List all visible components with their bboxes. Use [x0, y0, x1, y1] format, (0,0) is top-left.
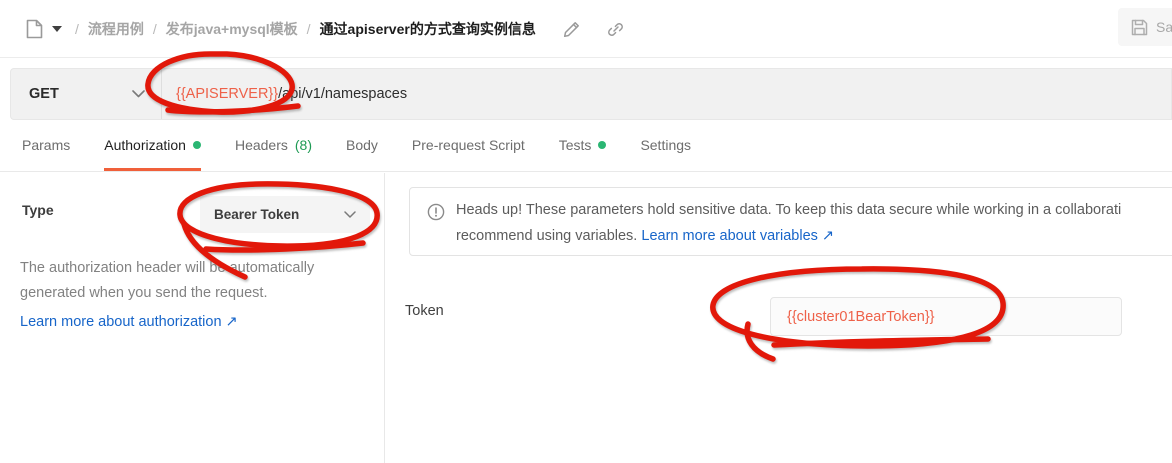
token-input[interactable]: {{cluster01BearToken}}: [770, 297, 1122, 336]
breadcrumb-item-collection[interactable]: 流程用例: [88, 19, 144, 39]
chevron-down-icon: [132, 90, 145, 98]
save-button[interactable]: Save: [1118, 8, 1172, 46]
tab-settings[interactable]: Settings: [640, 120, 691, 171]
panel-divider: [384, 173, 385, 463]
headers-count: (8): [295, 137, 312, 153]
learn-more-variables-link[interactable]: Learn more about variables ↗: [641, 228, 834, 244]
tab-body[interactable]: Body: [346, 120, 378, 171]
green-dot: [193, 141, 201, 149]
file-icon[interactable]: [26, 19, 43, 39]
alert-circle-icon: [427, 203, 445, 221]
caret-down-icon[interactable]: [52, 26, 62, 32]
method-select[interactable]: GET: [11, 69, 161, 119]
breadcrumb: / 流程用例 / 发布java+mysql模板 / 通过apiserver的方式…: [26, 0, 624, 58]
tab-authorization[interactable]: Authorization: [104, 120, 201, 171]
warning-line-2: recommend using variables. Learn more ab…: [456, 223, 1121, 249]
url-input[interactable]: {{APISERVER}}/api/v1/namespaces: [162, 86, 1171, 102]
chevron-down-icon: [344, 211, 356, 218]
edit-pencil-icon[interactable]: [563, 21, 580, 38]
save-icon: [1131, 19, 1148, 36]
green-dot: [598, 141, 606, 149]
auth-description-block: The authorization header will be automat…: [20, 256, 366, 334]
sensitive-data-warning-banner: Heads up! These parameters hold sensitiv…: [409, 187, 1172, 256]
warning-line-1: Heads up! These parameters hold sensitiv…: [456, 197, 1121, 223]
breadcrumb-separator: /: [307, 21, 311, 37]
tab-pre-request-script[interactable]: Pre-request Script: [412, 120, 525, 171]
breadcrumb-separator: /: [75, 21, 79, 37]
breadcrumb-item-folder[interactable]: 发布java+mysql模板: [166, 19, 298, 39]
request-tabs: Params Authorization Headers(8) Body Pre…: [0, 120, 1172, 172]
link-icon[interactable]: [607, 21, 624, 38]
learn-more-authorization-link[interactable]: Learn more about authorization ↗: [20, 311, 238, 334]
tab-params[interactable]: Params: [22, 120, 70, 171]
warning-text: Heads up! These parameters hold sensitiv…: [456, 197, 1121, 249]
request-title: 通过apiserver的方式查询实例信息: [320, 19, 536, 39]
tab-headers[interactable]: Headers(8): [235, 120, 312, 171]
auth-type-value: Bearer Token: [214, 207, 299, 222]
postman-request-view: / 流程用例 / 发布java+mysql模板 / 通过apiserver的方式…: [0, 0, 1172, 463]
token-value: {{cluster01BearToken}}: [787, 309, 935, 325]
tab-tests[interactable]: Tests: [559, 120, 607, 171]
url-bar: GET {{APISERVER}}/api/v1/namespaces: [10, 68, 1172, 120]
request-header: / 流程用例 / 发布java+mysql模板 / 通过apiserver的方式…: [0, 0, 1172, 58]
auth-description: The authorization header will be automat…: [20, 256, 366, 306]
url-variable: {{APISERVER}}: [176, 86, 278, 102]
save-button-label: Save: [1156, 19, 1172, 35]
method-label: GET: [29, 86, 59, 102]
breadcrumb-separator: /: [153, 21, 157, 37]
token-label: Token: [405, 303, 444, 319]
auth-type-label: Type: [22, 202, 54, 218]
url-path: /api/v1/namespaces: [278, 86, 407, 102]
auth-type-dropdown[interactable]: Bearer Token: [200, 196, 370, 233]
